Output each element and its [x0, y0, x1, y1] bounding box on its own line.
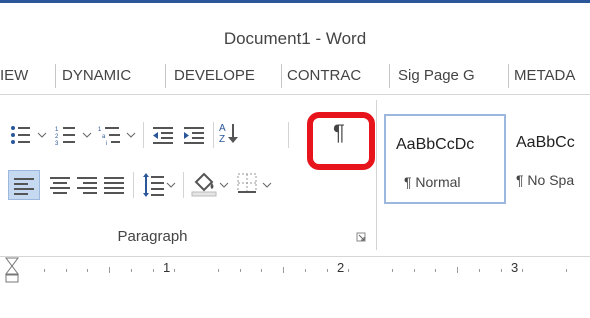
- shading-icon[interactable]: [190, 170, 218, 198]
- tab-sig-page[interactable]: Sig Page G: [398, 58, 503, 94]
- group-separator: [213, 122, 214, 148]
- document-canvas[interactable]: [0, 285, 590, 318]
- ruler-number: 2: [337, 260, 345, 275]
- ruler-number: 1: [163, 260, 171, 275]
- ruler-tick: [109, 267, 110, 273]
- svg-text:3: 3: [55, 141, 59, 146]
- tab-view[interactable]: IEW: [0, 58, 52, 94]
- numbering-icon[interactable]: 1 2 3: [55, 124, 81, 146]
- ruler-tick: [240, 269, 241, 272]
- tab-divider: [389, 64, 390, 88]
- multilevel-list-icon[interactable]: 1 a i: [98, 124, 126, 146]
- svg-text:1: 1: [55, 127, 59, 133]
- ruler-tick: [479, 269, 480, 272]
- ruler-tick: [414, 269, 415, 272]
- increase-indent-icon[interactable]: [182, 124, 208, 146]
- dialog-launcher-icon[interactable]: [356, 232, 366, 242]
- line-spacing-icon[interactable]: [142, 172, 166, 198]
- paragraph-group-label: Paragraph: [117, 228, 188, 245]
- tab-metadata[interactable]: METADA: [514, 58, 590, 94]
- ruler-tick: [457, 267, 458, 273]
- horizontal-ruler: 1 2 3: [0, 256, 590, 285]
- style-no-spacing[interactable]: AaBbCc ¶ No Spa: [506, 114, 590, 200]
- align-left-button[interactable]: [8, 170, 40, 200]
- title-bar: Document1 - Word: [0, 3, 590, 55]
- bullets-dropdown-icon[interactable]: [37, 131, 47, 139]
- style-no-spacing-sample: AaBbCc: [516, 134, 575, 151]
- shading-dropdown-icon[interactable]: [219, 181, 229, 189]
- ruler-tick: [174, 269, 175, 272]
- numbering-dropdown-icon[interactable]: [82, 131, 92, 139]
- svg-text:a: a: [102, 134, 106, 140]
- svg-text:Z: Z: [219, 134, 225, 145]
- ruler-tick: [522, 269, 523, 272]
- tab-developer[interactable]: DEVELOPE: [174, 58, 276, 94]
- ruler-number: 3: [511, 260, 519, 275]
- ruler-tick: [305, 269, 306, 272]
- ruler-tick: [44, 269, 45, 272]
- ruler-tick: [566, 269, 567, 272]
- window-title: Document1 - Word: [223, 29, 367, 48]
- ruler-tick: [501, 269, 502, 272]
- tab-dynamic[interactable]: DYNAMIC: [62, 58, 160, 94]
- show-hide-highlight-box: [307, 112, 375, 170]
- borders-dropdown-icon[interactable]: [262, 181, 272, 189]
- svg-text:i: i: [106, 141, 107, 146]
- svg-text:2: 2: [55, 134, 59, 140]
- ruler-tick: [66, 269, 67, 272]
- group-separator: [376, 100, 377, 250]
- line-spacing-dropdown-icon[interactable]: [166, 181, 176, 189]
- bullets-icon[interactable]: [10, 124, 36, 146]
- tab-contract[interactable]: CONTRAC: [287, 58, 379, 94]
- ribbon-tab-bar: IEW DYNAMIC DEVELOPE CONTRAC Sig Page G …: [0, 58, 590, 95]
- ruler-tick: [131, 269, 132, 272]
- align-right-icon[interactable]: [77, 175, 99, 195]
- style-normal-name: ¶ Normal: [404, 174, 461, 190]
- ruler-tick: [348, 269, 349, 272]
- tab-divider: [508, 64, 509, 88]
- ruler-tick: [87, 269, 88, 272]
- tab-divider: [55, 64, 56, 88]
- ruler-tick: [261, 269, 262, 272]
- group-separator: [133, 172, 134, 198]
- svg-text:A: A: [219, 123, 226, 134]
- ruler-tick: [283, 267, 284, 273]
- ruler-tick: [153, 269, 154, 272]
- group-separator: [183, 172, 184, 198]
- tab-divider: [281, 64, 282, 88]
- borders-icon[interactable]: [236, 172, 260, 196]
- sort-icon[interactable]: A Z: [218, 120, 240, 148]
- decrease-indent-icon[interactable]: [151, 124, 177, 146]
- group-separator: [143, 122, 144, 148]
- ruler-tick: [327, 269, 328, 272]
- ruler-tick: [218, 269, 219, 272]
- style-no-spacing-name: ¶ No Spa: [516, 172, 575, 188]
- align-left-icon: [14, 178, 34, 195]
- tab-divider: [165, 64, 166, 88]
- multilevel-dropdown-icon[interactable]: [126, 131, 136, 139]
- svg-text:1: 1: [98, 127, 102, 133]
- indent-marker-icon[interactable]: [4, 257, 20, 285]
- justify-icon[interactable]: [104, 175, 126, 195]
- ruler-tick: [435, 269, 436, 272]
- group-separator: [288, 122, 289, 148]
- ruler-tick: [392, 269, 393, 272]
- style-normal[interactable]: AaBbCcDc ¶ Normal: [384, 114, 506, 204]
- style-normal-sample: AaBbCcDc: [396, 136, 475, 153]
- center-icon[interactable]: [50, 175, 72, 195]
